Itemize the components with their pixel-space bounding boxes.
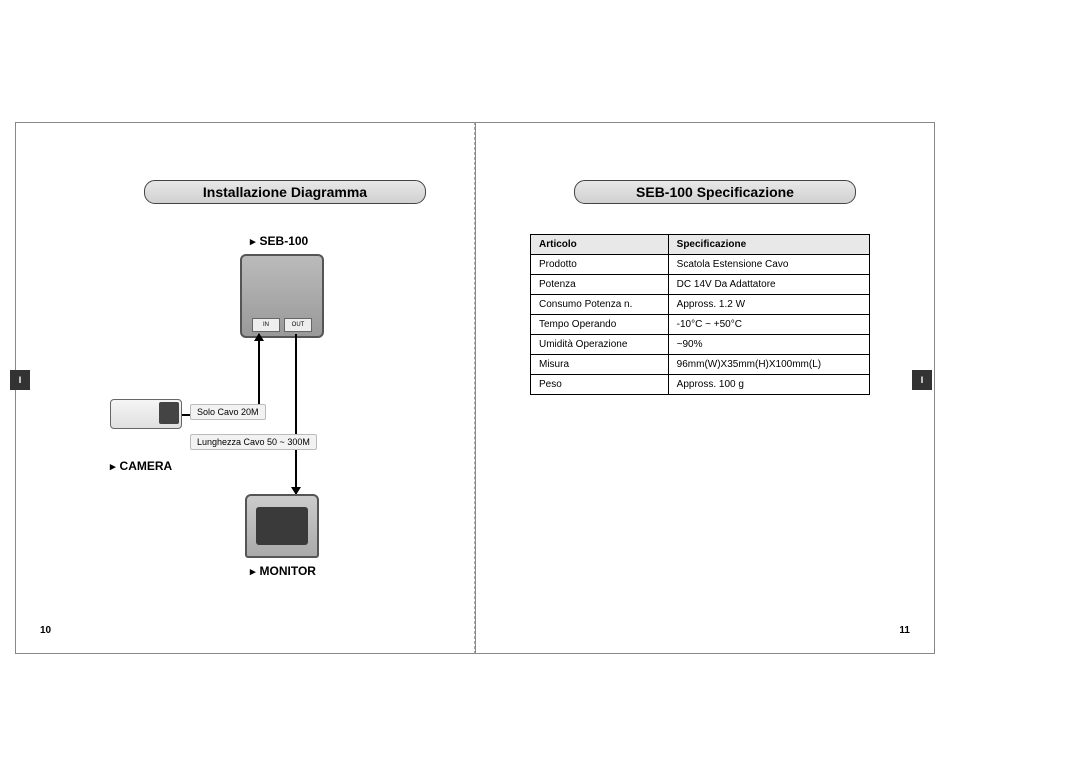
spec-cell-specificazione: -10°C ~ +50°C <box>668 315 869 335</box>
port-out: OUT <box>284 318 312 332</box>
spec-cell-specificazione: 96mm(W)X35mm(H)X100mm(L) <box>668 355 869 375</box>
spec-table: Articolo Specificazione ProdottoScatola … <box>530 234 870 395</box>
right-page-content: SEB-100 Specificazione Articolo Specific… <box>530 180 900 395</box>
spec-cell-articolo: Misura <box>531 355 669 375</box>
spec-cell-articolo: Tempo Operando <box>531 315 669 335</box>
spec-cell-articolo: Potenza <box>531 275 669 295</box>
spec-cell-specificazione: DC 14V Da Adattatore <box>668 275 869 295</box>
port-in: IN <box>252 318 280 332</box>
table-row: ProdottoScatola Estensione Cavo <box>531 255 870 275</box>
page-number-right: 11 <box>899 625 910 636</box>
spec-cell-specificazione: ~90% <box>668 335 869 355</box>
monitor-label: MONITOR <box>250 564 316 578</box>
arrow-camera-to-seb <box>258 334 260 404</box>
table-row: Umidità Operazione~90% <box>531 335 870 355</box>
spec-cell-articolo: Peso <box>531 375 669 395</box>
left-page-title: Installazione Diagramma <box>144 180 426 204</box>
spec-header-articolo: Articolo <box>531 235 669 255</box>
table-row: Tempo Operando-10°C ~ +50°C <box>531 315 870 335</box>
cable-short-label: Solo Cavo 20M <box>190 404 266 420</box>
installation-diagram: SEB-100 IN OUT CAMERA Solo Cavo 20M Lung… <box>100 234 470 604</box>
spec-cell-articolo: Prodotto <box>531 255 669 275</box>
spec-cell-specificazione: Scatola Estensione Cavo <box>668 255 869 275</box>
left-page-content: Installazione Diagramma SEB-100 IN OUT C… <box>100 180 470 604</box>
table-row: PesoAppross. 100 g <box>531 375 870 395</box>
seb-device-icon: IN OUT <box>240 254 324 338</box>
page-number-left: 10 <box>40 625 51 636</box>
cable-long-label: Lunghezza Cavo 50 ~ 300M <box>190 434 317 450</box>
spec-header-specificazione: Specificazione <box>668 235 869 255</box>
table-row: PotenzaDC 14V Da Adattatore <box>531 275 870 295</box>
spec-cell-articolo: Consumo Potenza n. <box>531 295 669 315</box>
camera-label: CAMERA <box>110 459 172 473</box>
arrow-seb-to-monitor <box>295 334 297 494</box>
camera-icon <box>110 399 182 429</box>
table-row: Consumo Potenza n.Appross. 1.2 W <box>531 295 870 315</box>
spec-cell-articolo: Umidità Operazione <box>531 335 669 355</box>
monitor-icon <box>245 494 319 558</box>
spec-cell-specificazione: Appross. 100 g <box>668 375 869 395</box>
spec-cell-specificazione: Appross. 1.2 W <box>668 295 869 315</box>
table-row: Misura96mm(W)X35mm(H)X100mm(L) <box>531 355 870 375</box>
seb-label: SEB-100 <box>250 234 308 248</box>
language-tab-right: I <box>912 370 932 390</box>
right-page-title: SEB-100 Specificazione <box>574 180 856 204</box>
language-tab-left: I <box>10 370 30 390</box>
